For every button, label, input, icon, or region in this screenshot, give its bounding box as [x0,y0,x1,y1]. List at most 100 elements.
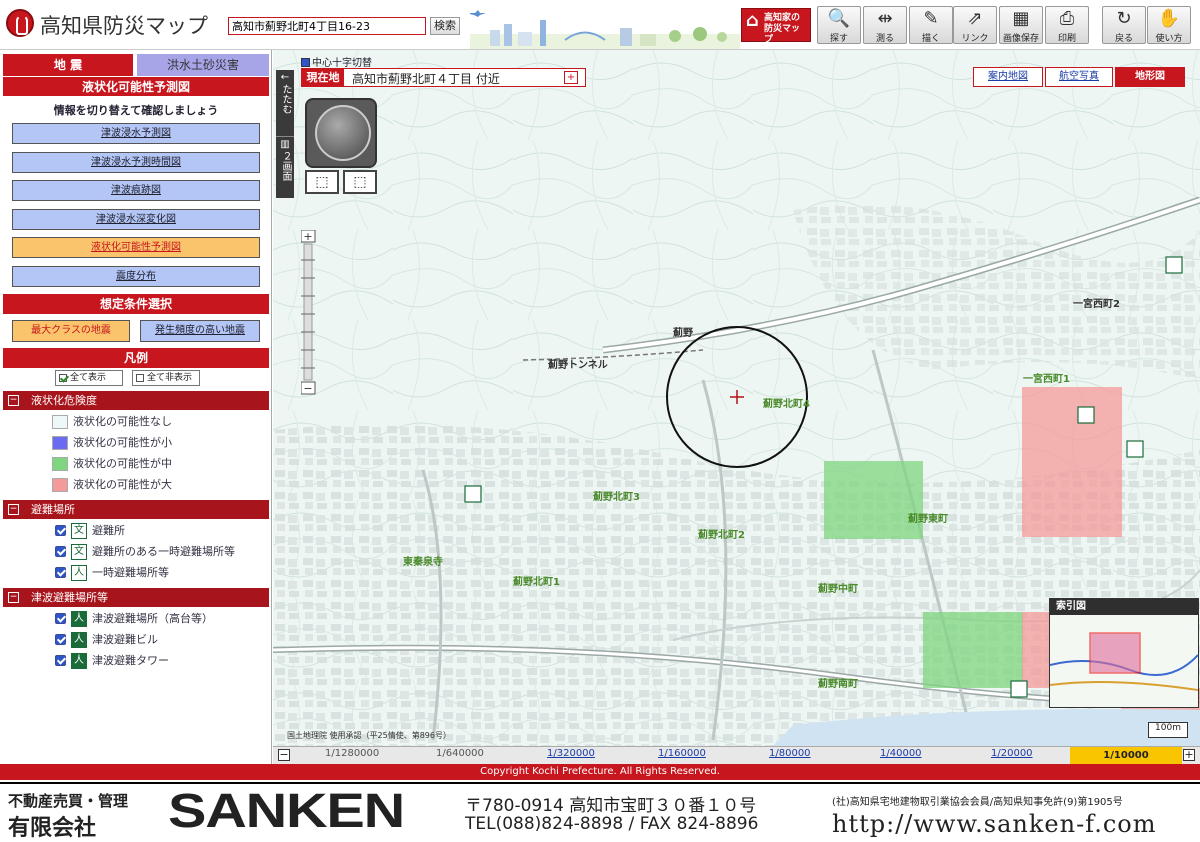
base-layer-guide-map[interactable]: 案内地図 [973,67,1043,87]
legend-item-label: 液状化の可能性が中 [73,457,172,470]
draw-icon: ✎ [923,8,939,29]
scale-option[interactable]: 1/40000 [880,748,922,759]
map-type-button[interactable]: 津波浸水深変化図 [12,208,260,230]
back-tool-button[interactable]: ↻ 戻る [1102,6,1146,44]
legend-item[interactable]: 人一時避難場所等 [40,563,268,583]
checkbox-icon[interactable] [55,613,66,624]
place-label: 一宮西町1 [1023,374,1070,385]
index-map-preview [1050,615,1198,707]
locate-target-icon[interactable]: + [564,71,578,84]
legend-group-header[interactable]: 避難場所 [3,500,269,519]
scale-option[interactable]: 1/20000 [991,748,1033,759]
save-image-tool-button[interactable]: ▦ 画像保存 [999,6,1043,44]
sponsor-banner[interactable]: 不動産売買・管理 有限会社 SANKEN 〒780-0914 高知市宝町３０番１… [0,782,1200,841]
scale-option[interactable]: 1/640000 [436,748,484,759]
checkbox-icon[interactable] [55,634,66,645]
ad-address: 〒780-0914 高知市宝町３０番１０号 [465,796,757,816]
zoom-in-icon[interactable]: + [1183,749,1195,761]
shelter-icon: 人 [71,565,87,581]
base-layer-terrain[interactable]: 地形図 [1115,67,1185,87]
copyright-footer: Copyright Kochi Prefecture. All Rights R… [0,764,1200,780]
map-type-button[interactable]: 震度分布 [12,265,260,287]
map-area[interactable]: 中心十字切替 現在地 高知市薊野北町４丁目 付近 + ← たたむ ▥ ２画面 ⬚ ⬚… [273,50,1200,746]
zoom-slider[interactable]: + − [301,230,317,396]
index-map[interactable]: 索引図 [1049,598,1199,708]
map-type-button[interactable]: 津波痕跡図 [12,180,260,201]
condition-max-class-button[interactable]: 最大クラスの地震 [12,320,130,342]
legend-item-label: 液状化の可能性なし [73,415,172,428]
zoom-box-out-icon[interactable]: ⬚ [343,170,377,194]
fold-sidebar-button[interactable]: ← たたむ [276,70,294,138]
legend-item[interactable]: 人津波避難タワー [40,651,268,671]
kochi-bousai-home-button[interactable]: 高知家の防災マップ [741,8,811,45]
ad-tel: TEL(088)824-8898 / FAX 824-8896 [465,814,759,834]
print-tool-button[interactable]: ⎙ 印刷 [1045,6,1089,44]
legend-swatch [52,415,68,429]
zoom-box-in-icon[interactable]: ⬚ [305,170,339,194]
legend-item[interactable]: 液状化の可能性が中 [40,454,268,474]
legend-item-label: 液状化の可能性が小 [73,436,172,449]
shelter-icon: 文 [71,523,87,539]
measure-label: 測る [875,34,894,44]
shelter-icon: 人 [71,611,87,627]
sidebar: 地 震 洪水土砂災害 液状化可能性予測図 情報を切り替えて確認しましょう 想定条… [0,50,272,764]
split-view-button[interactable]: ▥ ２画面 [276,136,294,198]
legend-item[interactable]: 液状化の可能性なし [40,412,268,432]
map-type-button[interactable]: 液状化可能性予測図 [12,237,260,258]
checkbox-icon[interactable] [55,525,66,536]
place-label: 薊野北町1 [513,577,560,588]
split-view-icon: ▥ [280,139,290,150]
place-label: 一宮西町2 [1073,299,1120,310]
show-all-button[interactable]: 全て表示 [55,370,123,386]
legend-item[interactable]: 液状化の可能性が小 [40,433,268,453]
measure-tool-button[interactable]: ⇹ 測る [863,6,907,44]
legend-item-label: 一時避難場所等 [92,566,169,579]
draw-tool-button[interactable]: ✎ 描く [909,6,953,44]
legend-group-header[interactable]: 津波避難場所等 [3,588,269,607]
legend-item[interactable]: 液状化の可能性が大 [40,475,268,495]
legend-item[interactable]: 文避難所のある一時避難場所等 [40,542,268,562]
scale-option[interactable]: 1/160000 [658,748,706,759]
fold-arrow-icon: ← [280,72,290,83]
zoom-out-icon[interactable]: − [278,749,290,761]
ad-url[interactable]: http://www.sanken-f.com [832,810,1156,838]
search-tool-button[interactable]: 🔍 探す [817,6,861,44]
legend-item[interactable]: 人津波避難場所（高台等） [40,609,268,629]
checkbox-icon[interactable] [55,655,66,666]
address-search-input[interactable] [228,17,426,35]
search-label: 探す [829,34,848,44]
hide-all-button[interactable]: 全て非表示 [132,370,200,386]
legend-item[interactable]: 文避難所 [40,521,268,541]
save-image-label: 画像保存 [1002,34,1039,44]
show-all-label: 全て表示 [70,373,107,383]
condition-header: 想定条件選択 [3,294,269,314]
info-text: 情報を切り替えて確認しましょう [53,104,219,117]
scale-option[interactable]: 1/80000 [769,748,811,759]
tab-earthquake[interactable]: 地 震 [3,54,133,76]
svg-text:−: − [303,382,312,395]
checkbox-icon[interactable] [55,546,66,557]
scale-option[interactable]: 1/10000 [1070,747,1182,764]
help-tool-button[interactable]: ✋ 使い方 [1147,6,1191,44]
pan-control[interactable] [305,98,377,168]
search-button[interactable]: 検索 [430,17,460,35]
tab-flood-landslide[interactable]: 洪水土砂災害 [137,54,269,76]
shelter-icon: 人 [71,632,87,648]
kochi-logo-icon [6,9,34,37]
compass-icon[interactable] [315,105,371,161]
checkbox-icon[interactable] [55,567,66,578]
legend-item[interactable]: 人津波避難ビル [40,630,268,650]
condition-high-frequency-button[interactable]: 発生頻度の高い地震 [140,320,260,342]
scale-option[interactable]: 1/320000 [547,748,595,759]
legend-swatch [52,478,68,492]
link-icon: ⇗ [967,8,983,29]
base-layer-aerial[interactable]: 航空写真 [1045,67,1113,87]
crosshair-toggle[interactable]: 中心十字切替 [301,54,372,69]
scale-option[interactable]: 1/1280000 [325,748,379,759]
legend-group-header[interactable]: 液状化危険度 [3,391,269,410]
map-type-button[interactable]: 津波浸水予測時間図 [12,151,260,173]
map-type-button[interactable]: 津波浸水予測図 [12,123,260,144]
checkbox-icon [301,58,310,67]
link-tool-button[interactable]: ⇗ リンク [953,6,997,44]
place-label: 薊野東町 [908,514,948,525]
